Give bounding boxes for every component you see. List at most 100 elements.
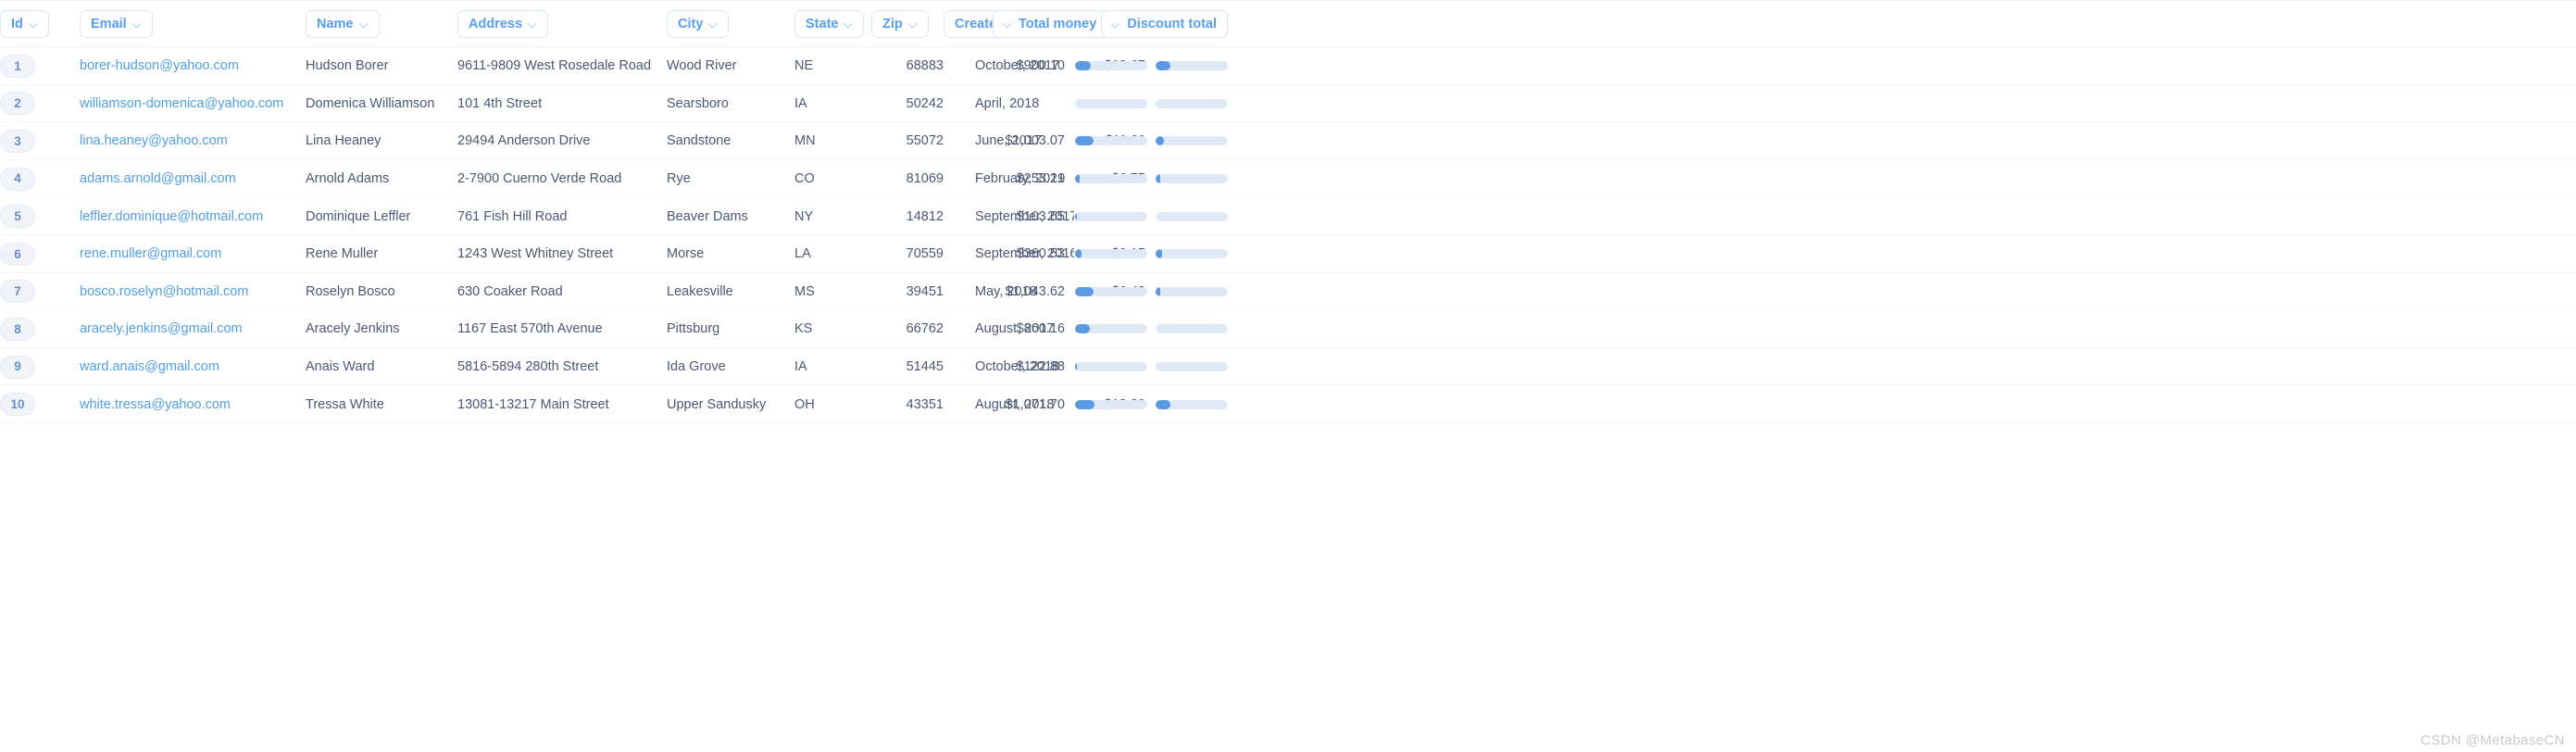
email-link[interactable]: adams.arnold@gmail.com [80, 171, 236, 186]
cell-name[interactable]: Roselyn Bosco [306, 273, 457, 311]
cell-money[interactable]: $253.21 [1017, 160, 1147, 198]
email-link[interactable]: lina.heaney@yahoo.com [80, 133, 228, 148]
cell-state[interactable]: CO [794, 160, 871, 198]
column-header-button-state[interactable]: State [794, 10, 865, 38]
cell-email[interactable]: adams.arnold@gmail.com [80, 160, 306, 198]
cell-email[interactable]: white.tressa@yahoo.com [80, 385, 306, 423]
cell-email[interactable]: aracely.jenkins@gmail.com [80, 310, 306, 348]
cell-city[interactable]: Morse [667, 235, 794, 273]
email-link[interactable]: aracely.jenkins@gmail.com [80, 321, 243, 336]
cell-name[interactable]: Aracely Jenkins [306, 310, 457, 348]
cell-address[interactable]: 9611-9809 West Rosedale Road [457, 47, 667, 85]
cell-state[interactable]: MS [794, 273, 871, 311]
cell-money[interactable]: $103.65 [1017, 197, 1147, 235]
table-row[interactable]: 5 leffler.dominique@hotmail.com Dominique … [0, 197, 2576, 235]
cell-money[interactable]: $1,003.07 [1005, 122, 1147, 160]
cell-address[interactable]: 2-7900 Cuerno Verde Road [457, 160, 667, 198]
cell-city[interactable]: Upper Sandusky [667, 385, 794, 423]
cell-money[interactable]: $360.53 [1017, 235, 1147, 273]
cell-created-at[interactable]: April, 2018 [944, 85, 1074, 123]
cell-address[interactable]: 5816-5894 280th Street [457, 348, 667, 386]
cell-discount[interactable]: $9.15 [1112, 235, 1228, 273]
cell-email[interactable]: bosco.roselyn@hotmail.com [80, 273, 306, 311]
cell-money[interactable]: $122.88 [1017, 348, 1147, 386]
cell-address[interactable]: 1243 West Whitney Street [457, 235, 667, 273]
email-link[interactable]: white.tressa@yahoo.com [80, 397, 231, 412]
cell-state[interactable]: NE [794, 47, 871, 85]
cell-city[interactable]: Pittsburg [667, 310, 794, 348]
cell-address[interactable]: 13081-13217 Main Street [457, 385, 667, 423]
email-link[interactable]: bosco.roselyn@hotmail.com [80, 284, 248, 299]
cell-zip[interactable]: 51445 [871, 348, 944, 386]
cell-discount[interactable]: $18.89 [1105, 385, 1228, 423]
cell-zip[interactable]: 14812 [871, 197, 944, 235]
table-row[interactable]: 7 bosco.roselyn@hotmail.com Roselyn Bosco 6… [0, 273, 2576, 311]
cell-zip[interactable]: 39451 [871, 273, 944, 311]
table-row[interactable]: 1 borer-hudson@yahoo.com Hudson Borer 9611-… [0, 47, 2576, 85]
cell-city[interactable]: Leakesville [667, 273, 794, 311]
cell-discount[interactable] [1147, 310, 1228, 348]
cell-id[interactable]: 6 [0, 235, 80, 273]
cell-id[interactable]: 5 [0, 197, 80, 235]
cell-city[interactable]: Searsboro [667, 85, 794, 123]
column-header-button-address[interactable]: Address [457, 10, 549, 38]
cell-id[interactable]: 10 [0, 385, 80, 423]
table-row[interactable]: 10 white.tressa@yahoo.com Tressa White 1308… [0, 385, 2576, 423]
cell-discount[interactable]: $11.60 [1106, 122, 1228, 160]
cell-name[interactable]: Hudson Borer [306, 47, 457, 85]
email-link[interactable]: leffler.dominique@hotmail.com [80, 209, 263, 224]
cell-name[interactable]: Lina Heaney [306, 122, 457, 160]
cell-address[interactable]: 101 4th Street [457, 85, 667, 123]
cell-money[interactable]: $1,043.62 [1005, 273, 1147, 311]
cell-state[interactable]: LA [794, 235, 871, 273]
cell-email[interactable]: lina.heaney@yahoo.com [80, 122, 306, 160]
table-row[interactable]: 3 lina.heaney@yahoo.com Lina Heaney 29494 A… [0, 122, 2576, 160]
cell-address[interactable]: 761 Fish Hill Road [457, 197, 667, 235]
column-header-button-discount[interactable]: Discount total [1101, 10, 1228, 38]
cell-zip[interactable]: 66762 [871, 310, 944, 348]
cell-discount[interactable] [1147, 348, 1228, 386]
cell-id[interactable]: 3 [0, 122, 80, 160]
cell-money[interactable]: $860.16 [1017, 310, 1147, 348]
email-link[interactable]: ward.anais@gmail.com [80, 359, 219, 374]
cell-state[interactable]: MN [794, 122, 871, 160]
cell-city[interactable]: Rye [667, 160, 794, 198]
table-row[interactable]: 8 aracely.jenkins@gmail.com Aracely Jenkin… [0, 310, 2576, 348]
column-header-button-city[interactable]: City [667, 10, 730, 38]
cell-address[interactable]: 630 Coaker Road [457, 273, 667, 311]
cell-zip[interactable]: 55072 [871, 122, 944, 160]
cell-id[interactable]: 1 [0, 47, 80, 85]
cell-name[interactable]: Rene Muller [306, 235, 457, 273]
cell-state[interactable]: OH [794, 385, 871, 423]
cell-state[interactable]: IA [794, 348, 871, 386]
cell-discount[interactable]: $18.67 [1105, 47, 1228, 85]
cell-name[interactable]: Dominique Leffler [306, 197, 457, 235]
cell-city[interactable]: Sandstone [667, 122, 794, 160]
cell-address[interactable]: 29494 Anderson Drive [457, 122, 667, 160]
cell-city[interactable]: Wood River [667, 47, 794, 85]
cell-address[interactable]: 1167 East 570th Avenue [457, 310, 667, 348]
email-link[interactable]: williamson-domenica@yahoo.com [80, 96, 283, 111]
cell-email[interactable]: ward.anais@gmail.com [80, 348, 306, 386]
table-row[interactable]: 2 williamson-domenica@yahoo.com Domenica W… [0, 85, 2576, 123]
column-header-button-email[interactable]: Email [80, 10, 153, 38]
cell-state[interactable]: KS [794, 310, 871, 348]
cell-email[interactable]: borer-hudson@yahoo.com [80, 47, 306, 85]
cell-discount[interactable] [1147, 197, 1228, 235]
cell-discount[interactable]: $6.75 [1112, 160, 1228, 198]
column-header-button-name[interactable]: Name [306, 10, 380, 38]
cell-money[interactable]: $900.10 [1017, 47, 1147, 85]
cell-zip[interactable]: 70559 [871, 235, 944, 273]
cell-zip[interactable]: 68883 [871, 47, 944, 85]
cell-email[interactable]: williamson-domenica@yahoo.com [80, 85, 306, 123]
cell-money[interactable] [1074, 85, 1147, 123]
cell-name[interactable]: Anais Ward [306, 348, 457, 386]
cell-discount[interactable]: $6.48 [1112, 273, 1228, 311]
cell-city[interactable]: Beaver Dams [667, 197, 794, 235]
cell-money[interactable]: $1,071.70 [1005, 385, 1147, 423]
cell-zip[interactable]: 81069 [871, 160, 944, 198]
table-row[interactable]: 6 rene.muller@gmail.com Rene Muller 1243 We… [0, 235, 2576, 273]
cell-state[interactable]: IA [794, 85, 871, 123]
cell-id[interactable]: 4 [0, 160, 80, 198]
email-link[interactable]: borer-hudson@yahoo.com [80, 58, 239, 73]
